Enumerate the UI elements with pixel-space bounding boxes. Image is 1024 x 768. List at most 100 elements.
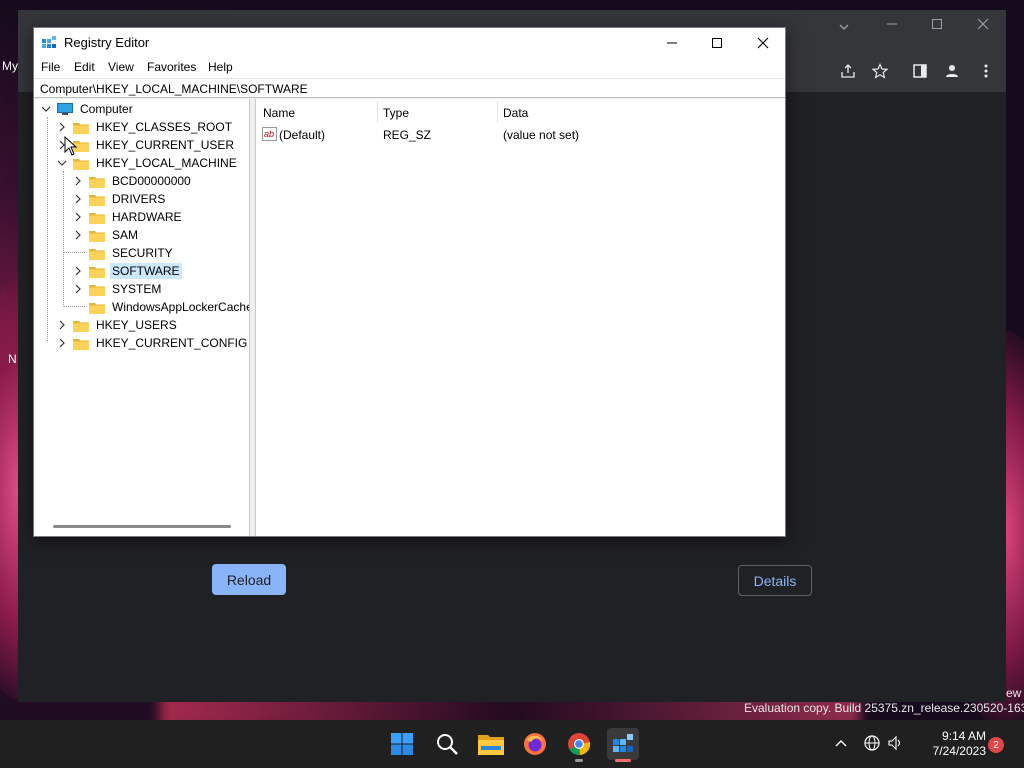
address-bar[interactable]: Computer\HKEY_LOCAL_MACHINE\SOFTWARE xyxy=(34,78,785,98)
tree-connector xyxy=(63,252,85,253)
tree-node-label: HKEY_CLASSES_ROOT xyxy=(96,120,233,134)
tree-node-sam[interactable]: SAM xyxy=(73,226,140,244)
desktop-icon-label[interactable]: My xyxy=(2,59,18,73)
tree-node-hkey-current-config[interactable]: HKEY_CURRENT_CONFIG xyxy=(57,334,249,352)
expand-chevron-icon[interactable] xyxy=(73,230,83,240)
maximize-icon xyxy=(712,38,722,48)
notification-badge[interactable]: 2 xyxy=(988,737,1004,753)
search-button[interactable] xyxy=(431,728,463,760)
column-separator[interactable] xyxy=(497,101,498,123)
column-header-data[interactable]: Data xyxy=(503,106,528,120)
watermark-fragment: ew xyxy=(1006,686,1022,700)
tree-node-hkey-users[interactable]: HKEY_USERS xyxy=(57,316,179,334)
chrome-icon xyxy=(568,733,591,756)
value-list-pane[interactable]: Name Type Data ab (Default) REG_SZ (valu… xyxy=(255,99,785,536)
share-icon[interactable] xyxy=(840,63,856,83)
collapse-chevron-icon[interactable] xyxy=(57,158,67,168)
browser-close-icon[interactable] xyxy=(977,18,989,34)
expand-chevron-icon[interactable] xyxy=(73,266,83,276)
expand-chevron-icon[interactable] xyxy=(73,176,83,186)
column-separator[interactable] xyxy=(377,101,378,123)
expand-chevron-icon[interactable] xyxy=(73,284,83,294)
tree-node-label: HKEY_USERS xyxy=(96,318,177,332)
column-header-type[interactable]: Type xyxy=(383,106,409,120)
tab-search-chevron-icon[interactable] xyxy=(838,21,850,37)
collapse-chevron-icon[interactable] xyxy=(41,104,51,114)
profile-icon[interactable] xyxy=(944,63,960,83)
regedit-taskbar-button[interactable] xyxy=(607,728,639,760)
taskbar-clock[interactable]: 9:14 AM 7/24/2023 xyxy=(912,729,986,759)
column-header-name[interactable]: Name xyxy=(263,106,295,120)
title-bar[interactable]: Registry Editor xyxy=(34,28,785,58)
value-data[interactable]: (value not set) xyxy=(503,128,579,142)
tree-node-windowsapplockercache[interactable]: WindowsAppLockerCache xyxy=(89,298,249,316)
desktop-icon-label[interactable]: N xyxy=(8,352,17,366)
evaluation-watermark: Evaluation copy. Build 25375.zn_release.… xyxy=(744,701,1024,715)
tree-node-hkey-local-machine[interactable]: HKEY_LOCAL_MACHINE xyxy=(57,154,239,172)
expand-chevron-icon[interactable] xyxy=(57,338,67,348)
expand-chevron-icon[interactable] xyxy=(57,320,67,330)
menu-view[interactable]: View xyxy=(108,60,134,74)
tree-node-bcd00000000[interactable]: BCD00000000 xyxy=(73,172,193,190)
menu-favorites[interactable]: Favorites xyxy=(147,60,196,74)
folder-icon xyxy=(89,266,105,278)
folder-icon xyxy=(89,176,105,188)
chrome-button[interactable] xyxy=(563,728,595,760)
value-type[interactable]: REG_SZ xyxy=(383,128,431,142)
network-globe-icon[interactable] xyxy=(864,735,880,754)
expand-chevron-icon[interactable] xyxy=(73,194,83,204)
tree-node-security[interactable]: SECURITY xyxy=(89,244,175,262)
minimize-icon xyxy=(667,42,677,44)
maximize-button[interactable] xyxy=(694,28,740,58)
side-panel-icon[interactable] xyxy=(912,63,928,83)
registry-editor-window: Registry Editor File Edit View Favorites… xyxy=(33,27,786,537)
tree-node-label: HKEY_CURRENT_USER xyxy=(96,138,235,152)
show-hidden-icons-chevron-icon[interactable] xyxy=(834,736,848,753)
tree-node-computer[interactable]: Computer xyxy=(41,100,135,118)
folder-open-icon xyxy=(73,158,89,170)
tree-connector xyxy=(47,117,48,341)
tree-horizontal-scrollbar[interactable] xyxy=(53,525,231,528)
tree-node-label: HKEY_LOCAL_MACHINE xyxy=(96,156,237,170)
reload-button[interactable]: Reload xyxy=(212,564,286,595)
browser-menu-icon[interactable] xyxy=(978,63,994,83)
file-explorer-button[interactable] xyxy=(475,728,507,760)
volume-icon[interactable] xyxy=(887,735,903,754)
clock-date: 7/24/2023 xyxy=(932,744,986,758)
expand-chevron-icon[interactable] xyxy=(73,212,83,222)
tree-node-hkey-current-user[interactable]: HKEY_CURRENT_USER xyxy=(57,136,236,154)
menu-bar: File Edit View Favorites Help xyxy=(34,58,785,78)
address-path[interactable]: Computer\HKEY_LOCAL_MACHINE\SOFTWARE xyxy=(40,82,308,96)
tree-node-label-selected: SOFTWARE xyxy=(110,263,182,279)
value-name[interactable]: (Default) xyxy=(279,128,325,142)
tree-node-system[interactable]: SYSTEM xyxy=(73,280,163,298)
folder-icon xyxy=(73,338,89,350)
mouse-cursor-icon xyxy=(64,136,78,156)
browser-maximize-icon[interactable] xyxy=(931,18,943,34)
minimize-button[interactable] xyxy=(649,28,695,58)
expand-chevron-icon[interactable] xyxy=(57,122,67,132)
close-button[interactable] xyxy=(740,28,786,58)
window-title: Registry Editor xyxy=(64,35,150,50)
key-tree-pane[interactable]: Computer HKEY_CLASSES_ROOT HKEY_CURRENT_… xyxy=(35,99,250,536)
search-icon xyxy=(437,734,458,755)
details-button[interactable]: Details xyxy=(738,565,812,596)
tree-node-label: SYSTEM xyxy=(112,282,162,296)
tree-node-software[interactable]: SOFTWARE xyxy=(73,262,182,280)
menu-help[interactable]: Help xyxy=(208,60,233,74)
registry-editor-icon xyxy=(42,36,57,51)
folder-icon xyxy=(73,320,89,332)
bookmark-star-icon[interactable] xyxy=(871,63,889,83)
start-button[interactable] xyxy=(386,728,418,760)
menu-file[interactable]: File xyxy=(41,60,60,74)
tree-node-label: HARDWARE xyxy=(112,210,182,224)
folder-icon xyxy=(89,248,105,260)
tree-node-hkey-classes-root[interactable]: HKEY_CLASSES_ROOT xyxy=(57,118,234,136)
folder-icon xyxy=(89,212,105,224)
tree-node-hardware[interactable]: HARDWARE xyxy=(73,208,184,226)
menu-edit[interactable]: Edit xyxy=(74,60,95,74)
browser-minimize-icon[interactable] xyxy=(886,18,898,34)
chrome-running-indicator xyxy=(575,759,583,762)
firefox-button[interactable] xyxy=(519,728,551,760)
tree-node-drivers[interactable]: DRIVERS xyxy=(73,190,167,208)
